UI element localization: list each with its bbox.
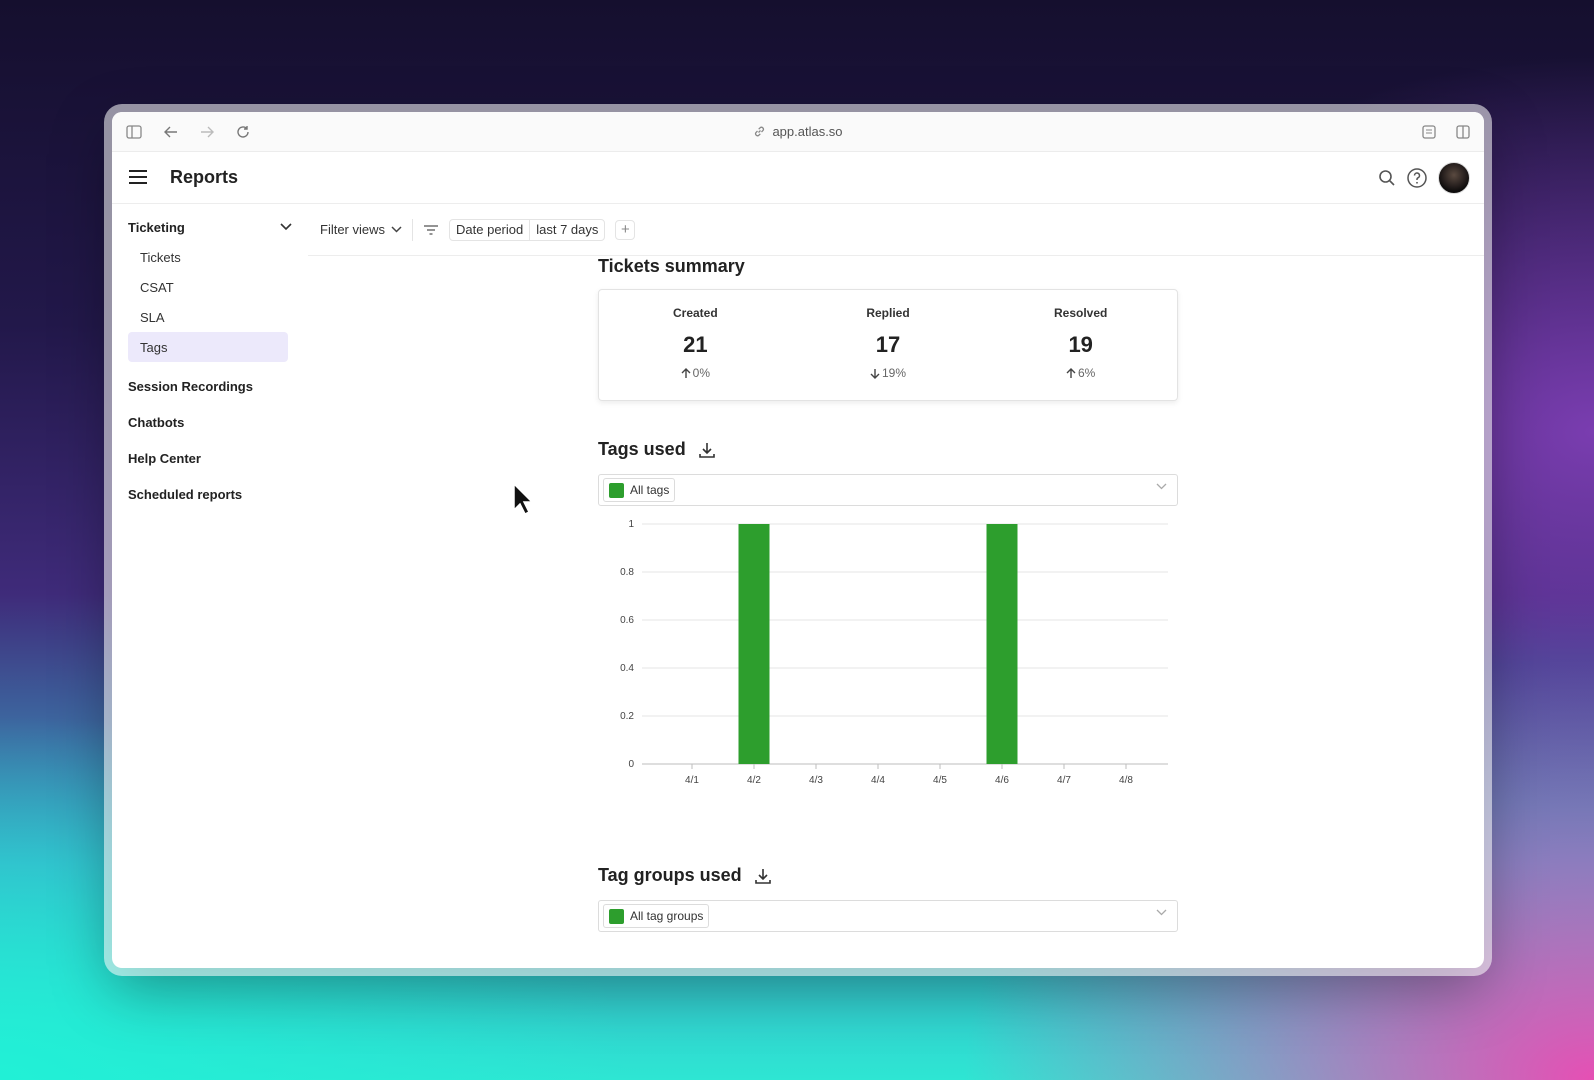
stat-change: 0% (681, 366, 710, 380)
x-tick-label: 4/8 (1119, 775, 1133, 786)
stat-value: 21 (683, 332, 708, 357)
address-bar[interactable]: app.atlas.so (112, 112, 1484, 152)
tag-groups-filter-select[interactable]: All tag groups (598, 900, 1178, 932)
chevron-down-icon (280, 223, 292, 231)
tag-groups-used-heading: Tag groups used (598, 865, 742, 885)
arrow-down-icon (870, 368, 880, 379)
filter-toolbar: Filter views Date period last 7 days + (308, 204, 1484, 256)
download-icon[interactable] (754, 867, 772, 885)
date-period-filter[interactable]: Date period last 7 days (449, 218, 606, 241)
stat-label: Replied (866, 306, 910, 320)
hamburger-menu-icon[interactable] (128, 169, 148, 185)
user-avatar[interactable] (1438, 162, 1470, 194)
filter-views-label: Filter views (320, 222, 386, 237)
sidebar-item-csat[interactable]: CSAT (128, 272, 288, 302)
tag-chip-label: All tags (630, 483, 670, 497)
browser-toolbar: app.atlas.so (112, 112, 1484, 152)
tag-color-swatch (609, 482, 624, 498)
arrow-up-icon (1066, 367, 1076, 379)
y-tick-label: 0.4 (620, 663, 634, 674)
y-tick-label: 0.8 (620, 567, 634, 578)
stat-change: 19% (870, 366, 906, 380)
stat-change-value: 19% (881, 366, 907, 380)
tag-group-chip[interactable]: All tag groups (603, 904, 710, 928)
add-filter-button[interactable]: + (615, 219, 636, 240)
bar (738, 524, 770, 764)
x-tick-label: 4/1 (685, 775, 699, 786)
tag-groups-used-title: Tag groups used (598, 865, 1178, 886)
y-tick-label: 0.2 (620, 711, 634, 722)
filter-views-dropdown[interactable]: Filter views (320, 218, 414, 241)
date-period-value: last 7 days (529, 219, 604, 240)
sidebar-group-ticketing[interactable]: Ticketing (128, 212, 292, 242)
sidebar-item-sla[interactable]: SLA (128, 302, 288, 332)
stat-change-value: 6% (1078, 366, 1096, 380)
date-period-label: Date period (456, 222, 524, 237)
sidebar-item-scheduled-reports[interactable]: Scheduled reports (128, 476, 308, 512)
app-header: Reports (112, 152, 1484, 204)
stat-label: Created (672, 306, 718, 320)
x-tick-label: 4/2 (747, 775, 761, 786)
stat-label: Resolved (1054, 306, 1108, 320)
split-view-icon[interactable] (1456, 125, 1470, 139)
tickets-summary-heading: Tickets summary (598, 256, 745, 276)
search-icon[interactable] (1378, 169, 1396, 187)
stat-change: 6% (1066, 366, 1095, 380)
tags-used-title: Tags used (598, 439, 1178, 460)
arrow-up-icon (681, 367, 691, 379)
page-title: Reports (170, 167, 239, 187)
stat-resolved: Resolved 19 6% (984, 290, 1177, 400)
sidebar-group-label: Ticketing (128, 219, 185, 235)
sidebar-item-chatbots[interactable]: Chatbots (128, 404, 308, 440)
chevron-down-icon (1156, 483, 1167, 490)
y-tick-label: 0 (628, 759, 634, 770)
mouse-cursor-icon (512, 482, 534, 516)
x-tick-label: 4/3 (809, 775, 823, 786)
browser-window: app.atlas.so Reports Ticketing Tickets C… (112, 112, 1484, 968)
y-tick-label: 0.6 (620, 615, 634, 626)
tickets-summary-title: Tickets summary (598, 256, 1178, 277)
link-icon (753, 125, 766, 138)
x-tick-label: 4/5 (933, 775, 947, 786)
chevron-down-icon (391, 226, 402, 233)
chevron-down-icon (1156, 909, 1167, 916)
x-tick-label: 4/4 (871, 775, 885, 786)
reader-icon[interactable] (1422, 125, 1436, 139)
stat-created: Created 21 0% (599, 290, 792, 400)
tag-chip[interactable]: All tags (603, 478, 676, 502)
x-tick-label: 4/7 (1057, 775, 1071, 786)
stat-value: 19 (1068, 332, 1093, 357)
tags-filter-select[interactable]: All tags (598, 474, 1178, 506)
sidebar-item-tickets[interactable]: Tickets (128, 242, 288, 272)
download-icon[interactable] (698, 441, 716, 459)
filter-icon[interactable] (423, 224, 439, 236)
stat-value: 17 (875, 332, 901, 357)
tag-group-chip-label: All tag groups (630, 909, 704, 923)
url-text: app.atlas.so (772, 124, 843, 139)
stat-change-value: 0% (692, 366, 710, 380)
y-tick-label: 1 (628, 519, 634, 530)
tags-bar-chart: 0 0.2 0.4 0.6 0.8 1 4/1 4/2 4/3 4/4 4/5 4/6 4/7 4/8 (620, 519, 1168, 786)
tickets-summary-card: Created 21 0% Replied 17 19% Resolved 19 (598, 289, 1178, 401)
sidebar-item-help-center[interactable]: Help Center (128, 440, 308, 476)
tags-used-chart: 0 0.2 0.4 0.6 0.8 1 4/1 4/2 4/3 4/4 4/5 4/6 4/7 4/8 (598, 514, 1178, 809)
tags-used-heading: Tags used (598, 439, 686, 459)
sidebar-item-tags[interactable]: Tags (128, 332, 288, 362)
sidebar: Ticketing Tickets CSAT SLA Tags Session … (112, 204, 308, 968)
bar (986, 524, 1018, 764)
x-tick-label: 4/6 (995, 775, 1009, 786)
report-content: Tickets summary Created 21 0% Replied 17… (598, 256, 1178, 932)
stat-replied: Replied 17 19% (792, 290, 985, 400)
sidebar-item-session-recordings[interactable]: Session Recordings (128, 368, 308, 404)
tag-group-color-swatch (609, 908, 624, 924)
help-icon[interactable] (1406, 167, 1428, 189)
